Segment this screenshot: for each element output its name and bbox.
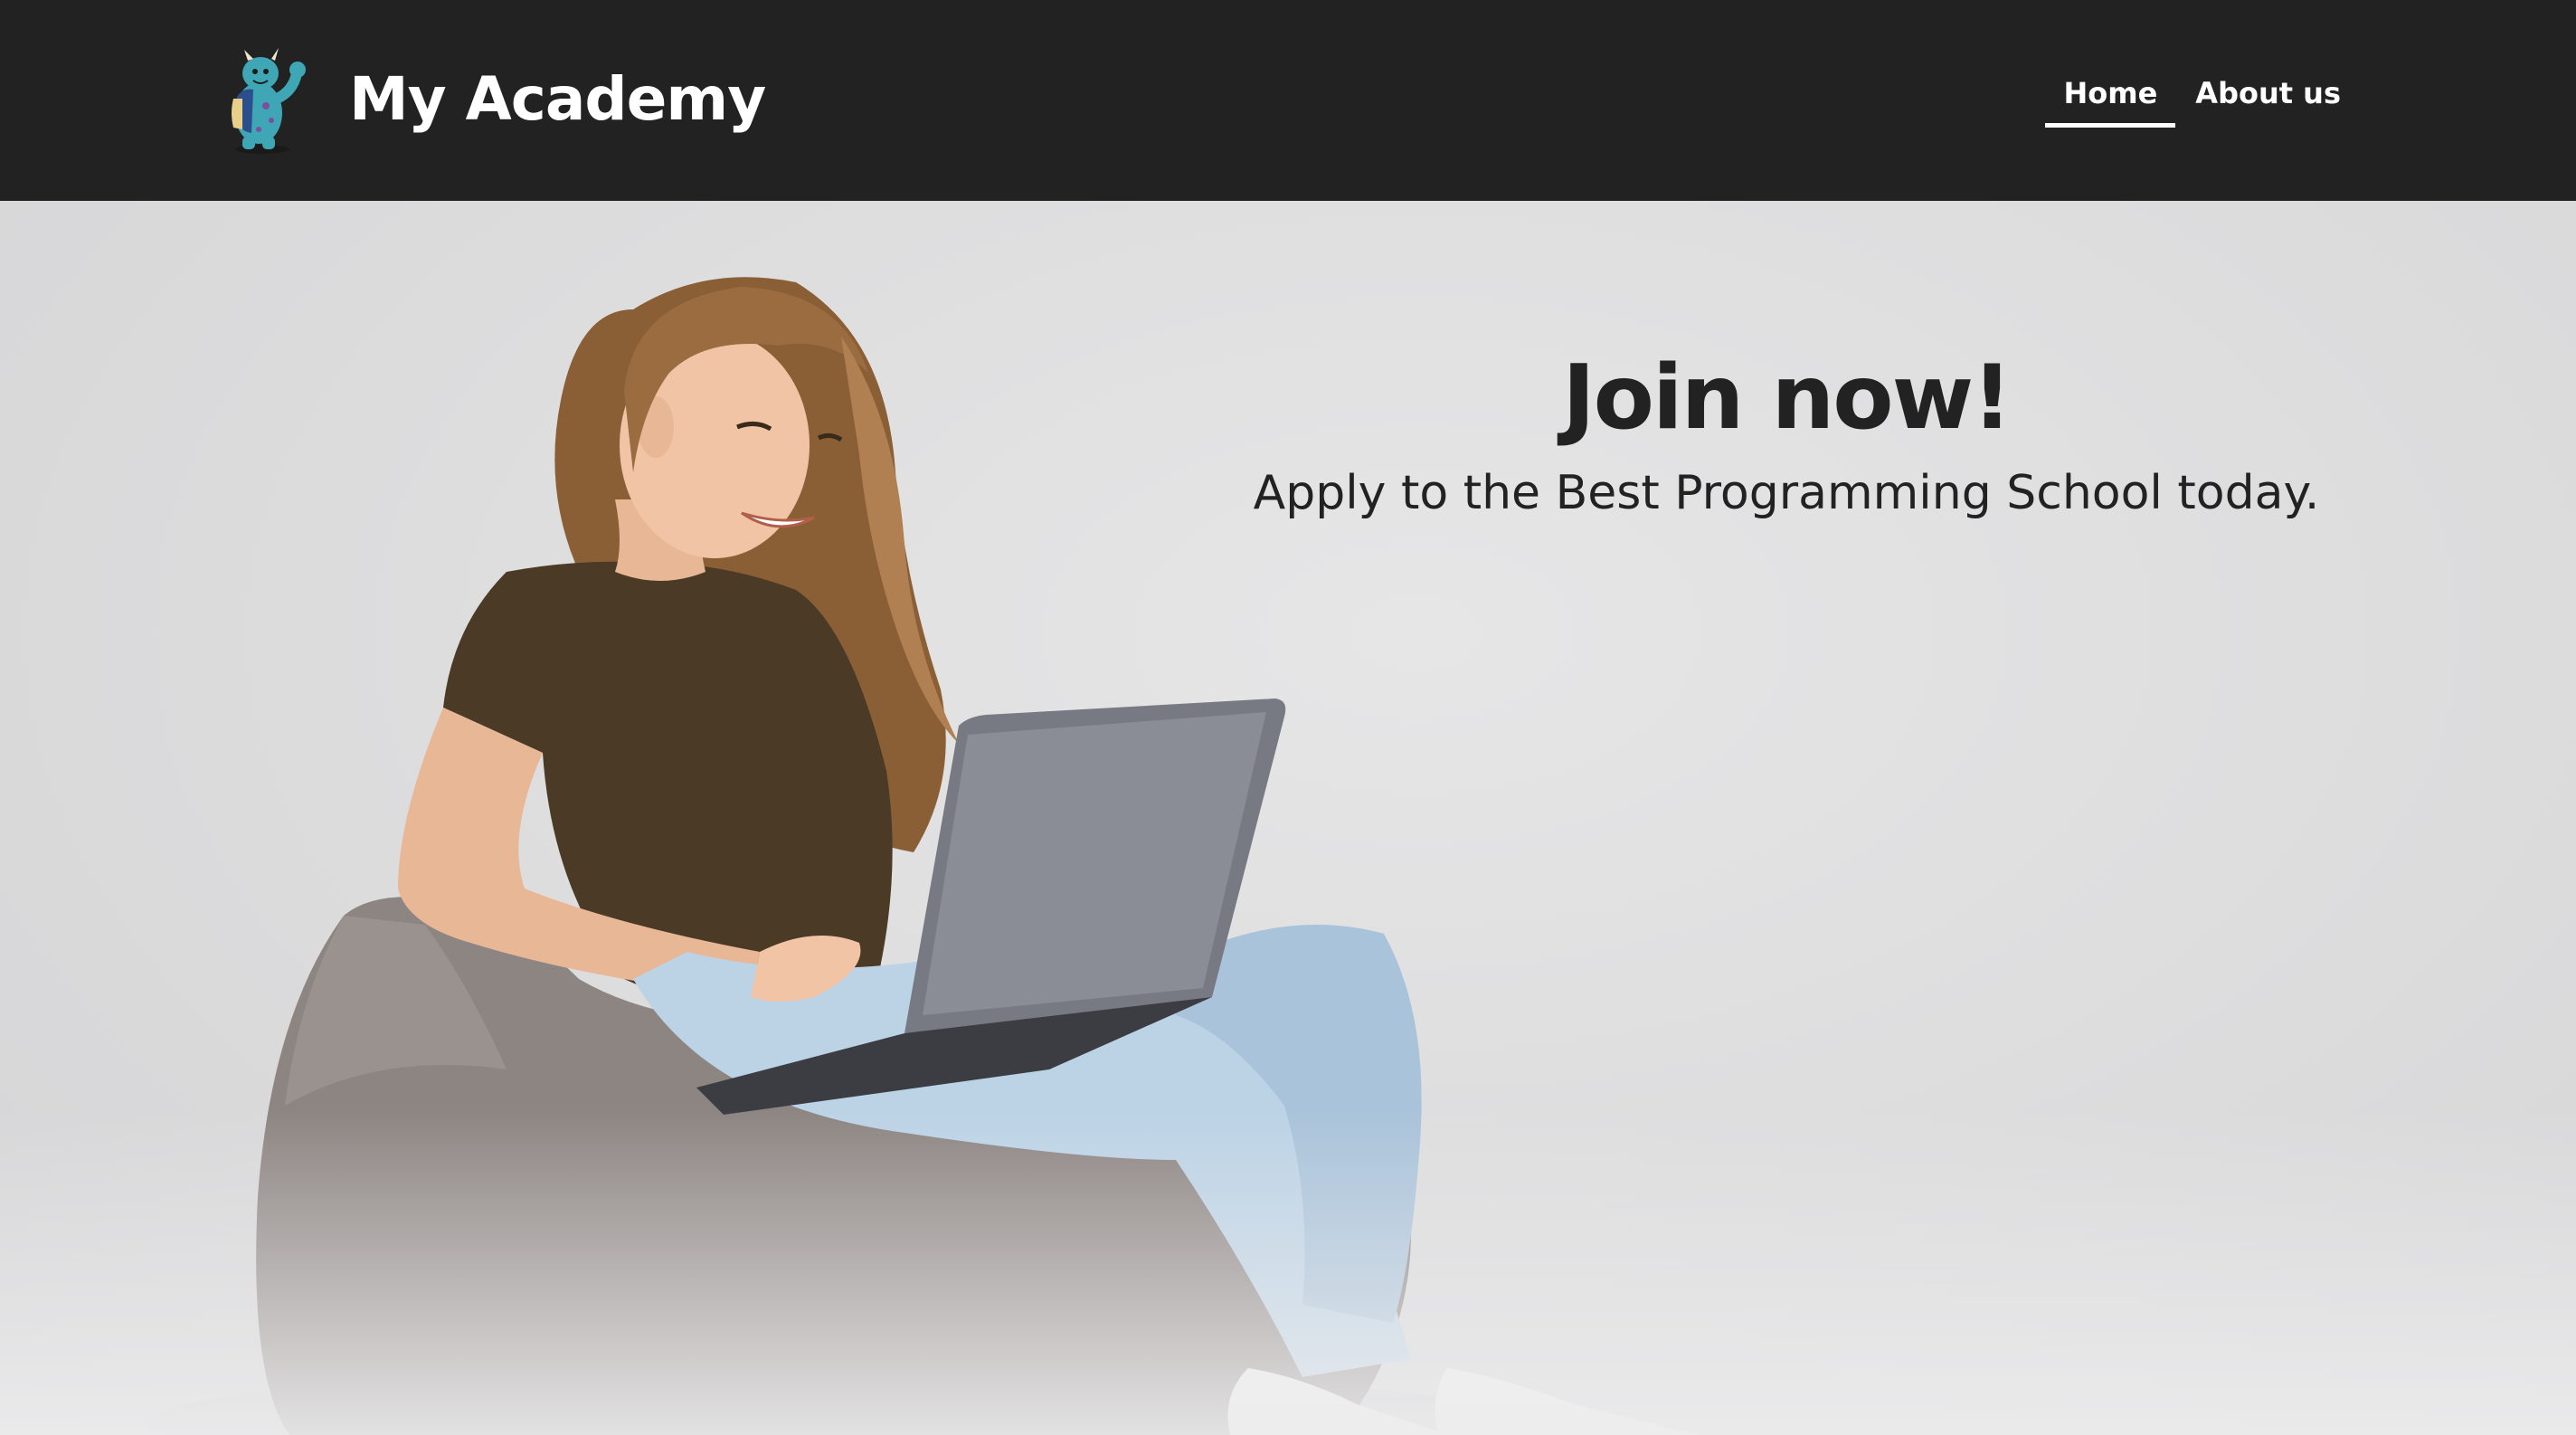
site-title: My Academy bbox=[349, 63, 766, 134]
nav-about-us-link[interactable]: About us bbox=[2177, 71, 2359, 123]
hero-section: Join now! Apply to the Best Programming … bbox=[0, 201, 2576, 1435]
navbar: My Academy Home About us bbox=[0, 0, 2576, 201]
page: My Academy Home About us Join now! Apply… bbox=[0, 0, 2576, 1435]
hero-floor-gradient bbox=[0, 1109, 2576, 1435]
nav-home-link[interactable]: Home bbox=[2045, 71, 2176, 128]
hero-text: Join now! Apply to the Best Programming … bbox=[1176, 346, 2397, 521]
hero-subtitle: Apply to the Best Programming School tod… bbox=[1253, 465, 2320, 520]
monster-mascot-icon bbox=[232, 48, 306, 154]
brand-link[interactable]: My Academy bbox=[206, 40, 766, 157]
hero-title: Join now! bbox=[1562, 347, 2012, 450]
main-nav: Home About us bbox=[2045, 71, 2359, 128]
